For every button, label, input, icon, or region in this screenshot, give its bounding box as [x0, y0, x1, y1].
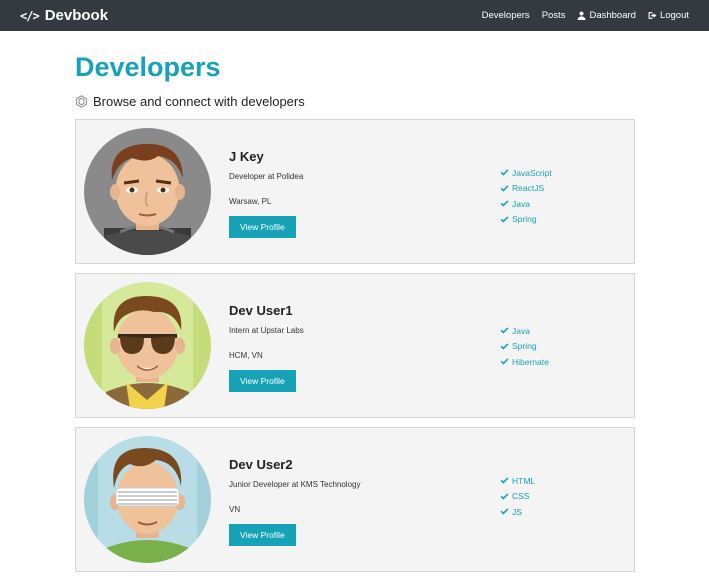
profile-location: VN — [229, 505, 241, 514]
avatar — [84, 128, 211, 255]
skill-label: ReactJS — [512, 183, 545, 194]
skill-label: JS — [512, 506, 522, 517]
nav-developers-link[interactable]: Developers — [482, 10, 530, 21]
skill-item: JS — [500, 504, 535, 520]
nav-posts-label: Posts — [541, 10, 566, 21]
skill-label: Spring — [512, 214, 537, 225]
avatar-image — [84, 436, 211, 563]
check-icon — [500, 493, 509, 500]
brand-name: Devbook — [44, 7, 109, 24]
nav-dashboard-link[interactable]: Dashboard — [577, 10, 636, 21]
check-icon — [500, 169, 509, 176]
profile-card: J Key Developer at Polidea Warsaw, PL Vi… — [75, 119, 635, 264]
check-icon — [500, 327, 509, 334]
nav-logout-label: Logout — [659, 10, 689, 21]
nav-dashboard-label: Dashboard — [589, 10, 636, 21]
user-icon — [578, 11, 586, 20]
navbar: </> Devbook Developers Posts Dashboard L… — [0, 0, 709, 31]
profile-info: Dev User2 Junior Developer at KMS Techno… — [229, 457, 360, 546]
skills-list: Java Spring Hibernate — [500, 323, 549, 370]
skill-item: Hibernate — [500, 354, 549, 370]
skill-label: Java — [512, 325, 530, 336]
skill-item: JavaScript — [500, 165, 552, 181]
avatar-image — [84, 282, 211, 409]
profile-card: Dev User2 Junior Developer at KMS Techno… — [75, 427, 635, 572]
profile-card: Dev User1 Intern at Upstar Labs HCM, VN … — [75, 273, 635, 418]
profile-location: HCM, VN — [229, 351, 263, 360]
profiles-list: J Key Developer at Polidea Warsaw, PL Vi… — [75, 119, 635, 572]
connect-icon — [76, 94, 87, 108]
skill-label: Java — [512, 198, 530, 209]
check-icon — [500, 508, 509, 515]
page-title: Developers — [75, 52, 221, 82]
check-icon — [500, 358, 509, 365]
check-icon — [500, 477, 509, 484]
profile-status: Developer at Polidea — [229, 172, 304, 181]
check-icon — [500, 343, 509, 350]
skill-item: HTML — [500, 473, 535, 489]
avatar — [84, 436, 211, 563]
profile-status: Junior Developer at KMS Technology — [229, 480, 361, 489]
profile-info: Dev User1 Intern at Upstar Labs HCM, VN … — [229, 303, 304, 392]
skill-label: Hibernate — [512, 356, 549, 367]
brand-link[interactable]: </> Devbook — [20, 7, 108, 24]
check-icon — [500, 185, 509, 192]
skill-label: HTML — [512, 475, 536, 486]
skills-list: JavaScript ReactJS Java Spring — [500, 165, 552, 227]
skill-label: CSS — [512, 491, 530, 502]
code-icon: </> — [20, 8, 40, 23]
avatar-image — [84, 128, 211, 255]
check-icon — [500, 200, 509, 207]
view-profile-button[interactable]: View Profile — [229, 524, 296, 546]
view-profile-button[interactable]: View Profile — [229, 370, 296, 392]
skill-item: Java — [500, 196, 552, 212]
profile-status: Intern at Upstar Labs — [229, 326, 304, 335]
profile-name: Dev User2 — [229, 457, 293, 472]
skill-item: ReactJS — [500, 181, 552, 197]
nav-developers-label: Developers — [481, 10, 530, 21]
nav-links: Developers Posts Dashboard Logout — [482, 10, 689, 21]
skill-label: JavaScript — [512, 167, 552, 178]
avatar — [84, 282, 211, 409]
view-profile-button[interactable]: View Profile — [229, 216, 296, 238]
skill-item: CSS — [500, 489, 535, 505]
page-lead: Browse and connect with developers — [75, 92, 635, 110]
nav-logout-link[interactable]: Logout — [648, 10, 689, 21]
page-lead-text: Browse and connect with developers — [93, 93, 305, 109]
main-content: Developers Browse and connect with devel… — [75, 31, 635, 581]
skills-list: HTML CSS JS — [500, 473, 535, 520]
profile-location: Warsaw, PL — [229, 197, 272, 206]
profile-name: Dev User1 — [229, 303, 293, 318]
profile-info: J Key Developer at Polidea Warsaw, PL Vi… — [229, 149, 303, 238]
skill-item: Spring — [500, 339, 549, 355]
sign-out-icon — [648, 12, 657, 19]
nav-posts-link[interactable]: Posts — [542, 10, 566, 21]
skill-item: Java — [500, 323, 549, 339]
skill-item: Spring — [500, 212, 552, 228]
skill-label: Spring — [512, 341, 537, 352]
check-icon — [500, 216, 509, 223]
profile-name: J Key — [229, 149, 264, 164]
